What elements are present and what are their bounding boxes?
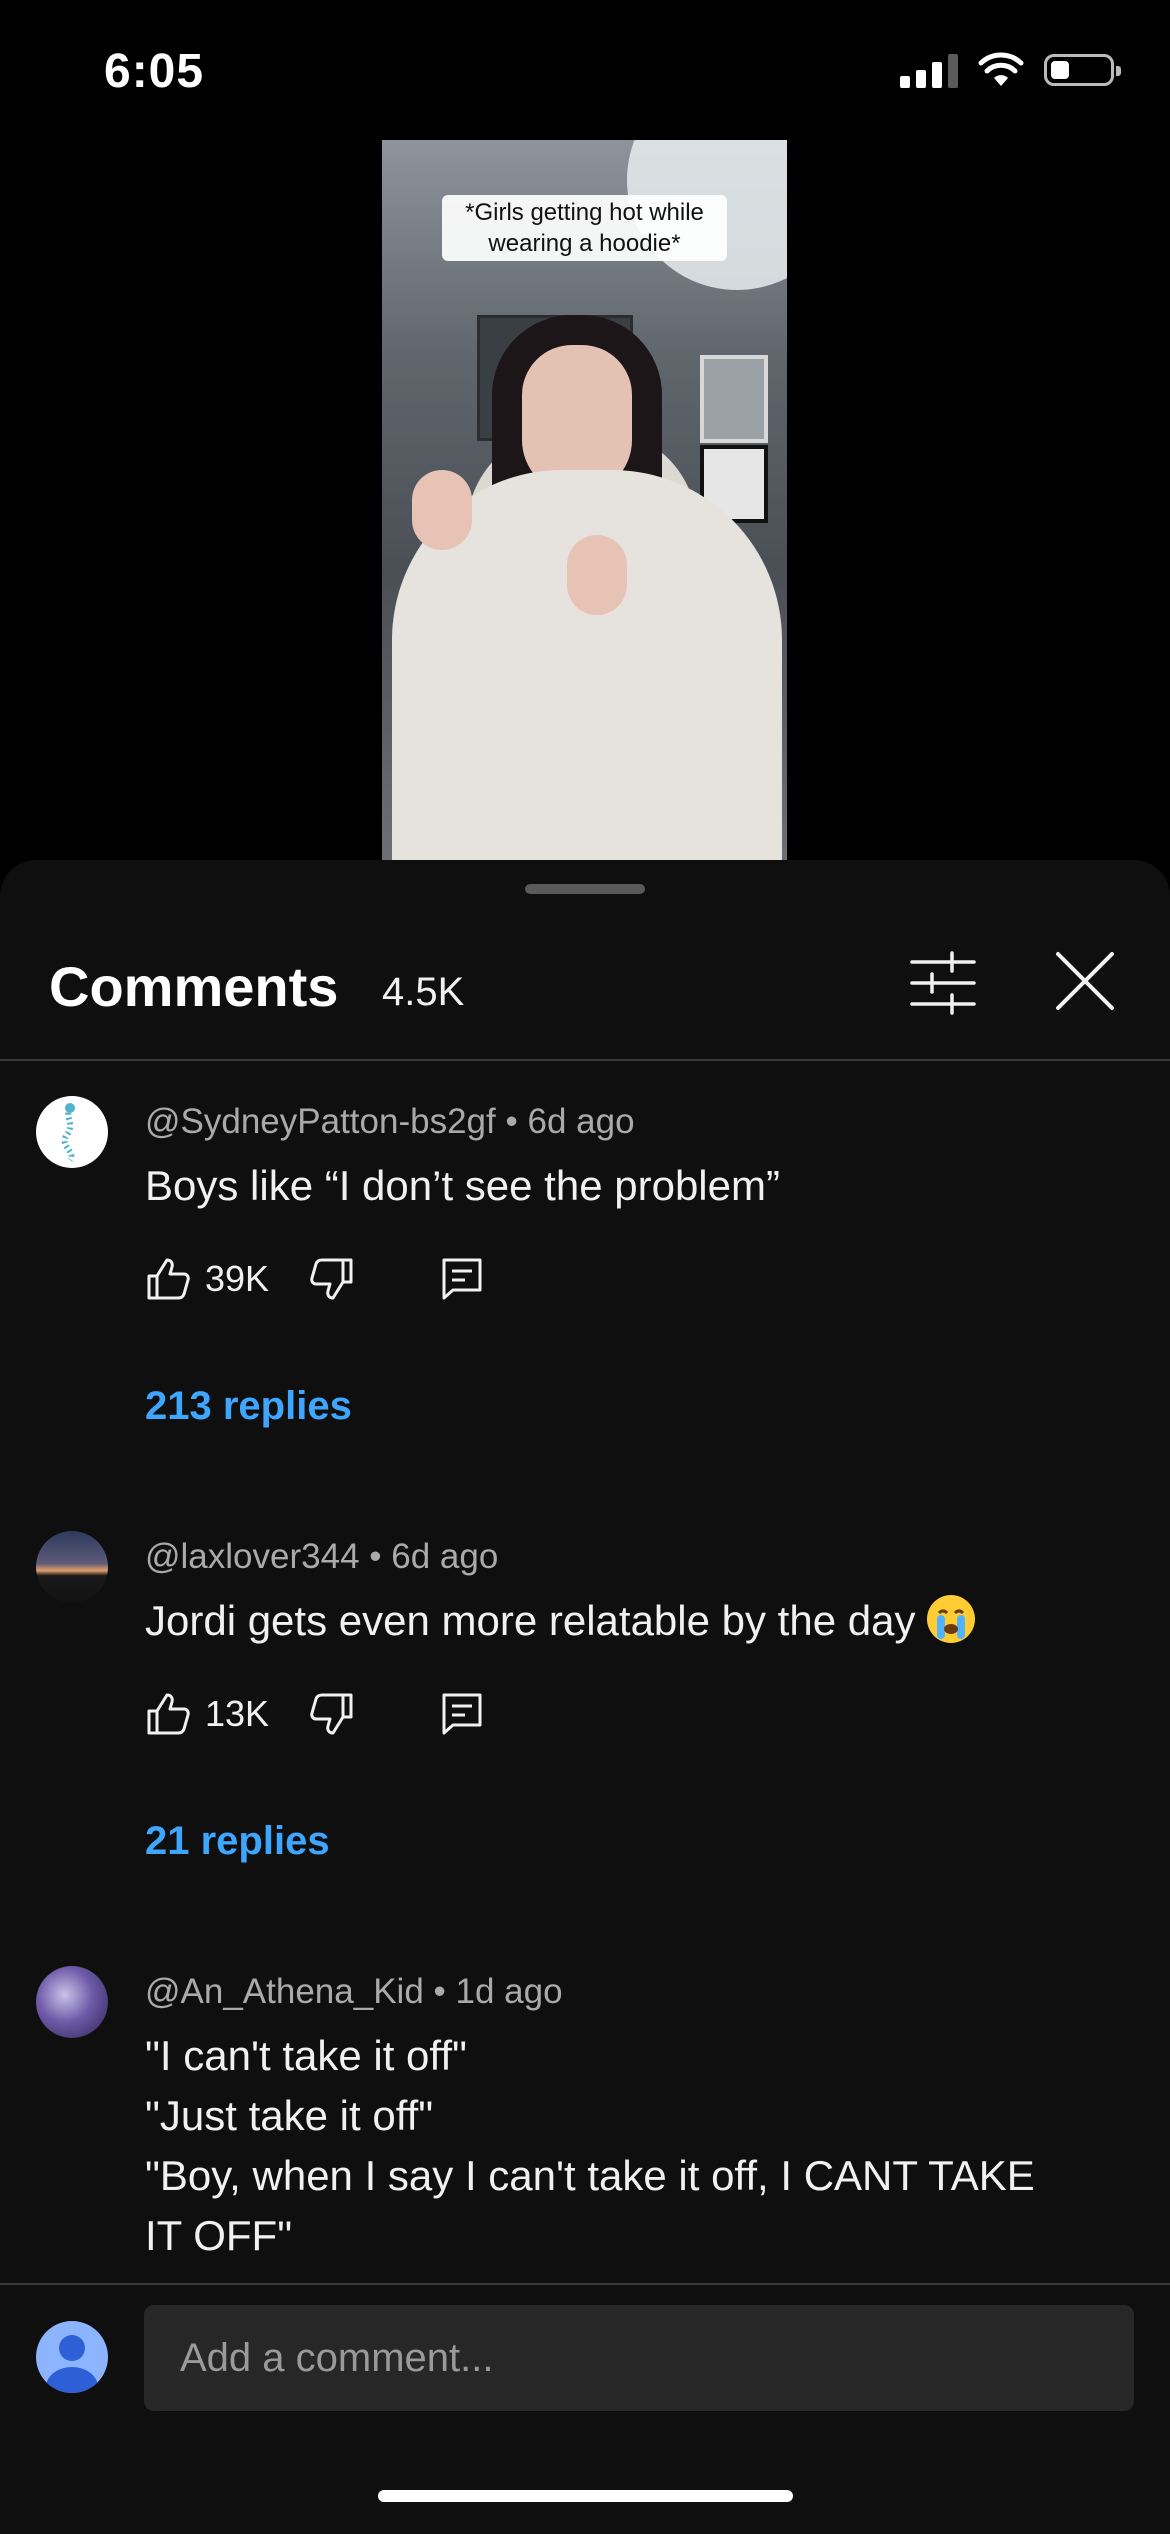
- replies-button[interactable]: 21 replies: [145, 1819, 330, 1864]
- drag-handle[interactable]: [525, 884, 645, 894]
- comment-line: "Boy, when I say I can't take it off, I …: [145, 2152, 1035, 2259]
- comment-text-body: Jordi gets even more relatable by the da…: [145, 1597, 916, 1644]
- comment-actions: 13K: [145, 1684, 485, 1744]
- comment-time: 6d ago: [527, 1102, 635, 1141]
- cellular-signal-icon: [900, 52, 958, 88]
- comment-author[interactable]: @An_Athena_Kid: [145, 1972, 424, 2011]
- video-wall-frame: [700, 355, 768, 443]
- comments-header: Comments 4.5K: [0, 920, 1170, 1040]
- crying-face-emoji-icon: [927, 1595, 976, 1643]
- status-icons: [900, 52, 1121, 88]
- status-time: 6:05: [104, 45, 205, 98]
- header-divider: [0, 1059, 1170, 1061]
- filter-icon[interactable]: [908, 948, 978, 1018]
- comments-count: 4.5K: [382, 970, 465, 1014]
- video-hand: [412, 470, 472, 550]
- comment-meta: @An_Athena_Kid • 1d ago: [145, 1972, 563, 2012]
- comment-text: Boys like “I don’t see the problem”: [145, 1162, 780, 1209]
- avatar[interactable]: [36, 1531, 108, 1603]
- meta-separator: •: [433, 1972, 446, 2011]
- comment-author[interactable]: @SydneyPatton-bs2gf: [145, 1102, 496, 1141]
- user-avatar[interactable]: [36, 2321, 108, 2393]
- comment-actions: 39K: [145, 1249, 485, 1309]
- reply-icon[interactable]: [439, 1691, 485, 1737]
- video-player[interactable]: *Girls getting hot while wearing a hoodi…: [382, 140, 787, 860]
- like-icon[interactable]: [145, 1256, 191, 1302]
- wifi-icon: [978, 52, 1024, 86]
- comment-line: "Just take it off": [145, 2092, 434, 2139]
- close-icon[interactable]: [1052, 948, 1118, 1014]
- battery-icon: [1044, 54, 1121, 86]
- like-count: 13K: [205, 1693, 270, 1734]
- add-comment-input[interactable]: [144, 2305, 1134, 2411]
- reply-icon[interactable]: [439, 1256, 485, 1302]
- like-icon[interactable]: [145, 1691, 191, 1737]
- comment-text: "I can't take it off" "Just take it off"…: [145, 2026, 1075, 2266]
- dislike-icon[interactable]: [309, 1691, 355, 1737]
- comment-text: Jordi gets even more relatable by the da…: [145, 1591, 1075, 1651]
- avatar[interactable]: [36, 1096, 108, 1168]
- status-bar: 6:05: [0, 0, 1170, 140]
- meta-separator: •: [369, 1537, 382, 1576]
- home-indicator[interactable]: [378, 2490, 793, 2502]
- dislike-icon[interactable]: [309, 1256, 355, 1302]
- comment-meta: @laxlover344 • 6d ago: [145, 1537, 498, 1577]
- replies-button[interactable]: 213 replies: [145, 1384, 352, 1429]
- video-caption: *Girls getting hot while wearing a hoodi…: [442, 195, 727, 261]
- comment-author[interactable]: @laxlover344: [145, 1537, 360, 1576]
- avatar[interactable]: [36, 1966, 108, 2038]
- video-hand: [567, 535, 627, 615]
- comments-title: Comments: [49, 955, 339, 1018]
- meta-separator: •: [505, 1102, 518, 1141]
- comment-meta: @SydneyPatton-bs2gf • 6d ago: [145, 1102, 635, 1142]
- comment-time: 6d ago: [391, 1537, 499, 1576]
- comment-time: 1d ago: [455, 1972, 563, 2011]
- comment-line: "I can't take it off": [145, 2032, 467, 2079]
- like-count: 39K: [205, 1258, 270, 1299]
